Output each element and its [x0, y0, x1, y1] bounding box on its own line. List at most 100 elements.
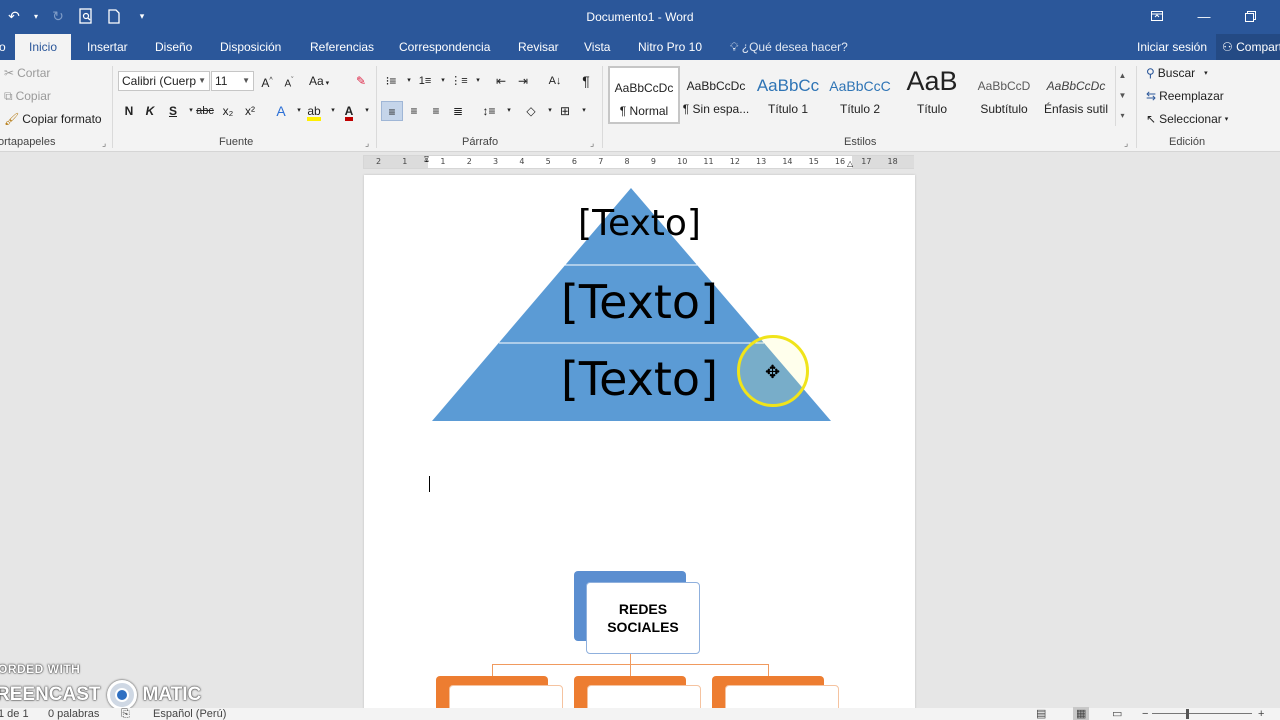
web-layout-icon[interactable]: ▭ [1112, 707, 1122, 720]
chevron-down-icon[interactable]: ▾ [575, 101, 593, 121]
bold-button[interactable]: N [120, 101, 138, 121]
customize-toolbar-icon[interactable]: ▾ [132, 6, 152, 26]
word-count[interactable]: 0 palabras [48, 707, 99, 720]
italic-button[interactable]: K [141, 101, 159, 121]
style-normal[interactable]: AaBbCcDc ¶ Normal [608, 66, 680, 124]
tab-insertar[interactable]: Insertar [87, 34, 128, 60]
underline-button[interactable]: S [164, 101, 182, 121]
style-subtitle[interactable]: AaBbCcD Subtítulo [969, 66, 1039, 124]
scroll-up-icon[interactable]: ▲ [1116, 66, 1129, 86]
subscript-button[interactable]: x₂ [219, 101, 237, 121]
replace-button[interactable]: ⇆ Reemplazar [1146, 89, 1224, 103]
highlight-color-icon[interactable]: ab [305, 101, 323, 121]
pyramid-level-2-text[interactable]: [Texto] [364, 275, 915, 329]
font-size-select[interactable]: 11 ▼ [211, 71, 254, 91]
bullets-icon[interactable]: ⁝≡ [382, 71, 400, 91]
numbering-icon[interactable]: 1≡ [416, 71, 434, 91]
text-effects-icon[interactable]: A [272, 101, 290, 121]
tab-inicio[interactable]: Inicio [15, 34, 72, 60]
redo-icon[interactable]: ↻ [48, 6, 68, 26]
pyramid-level-3-text[interactable]: [Texto] [364, 352, 915, 406]
decrease-indent-icon[interactable]: ⇤ [492, 71, 510, 91]
ruler-tick: 8 [624, 157, 630, 166]
superscript-button[interactable]: x² [241, 101, 259, 121]
org-top-node[interactable]: REDES SOCIALES [586, 582, 700, 654]
align-left-icon[interactable]: ≡ [381, 101, 403, 121]
sort-icon[interactable]: A↓ [546, 71, 564, 91]
sign-in-link[interactable]: Iniciar sesión [1137, 34, 1207, 60]
styles-launcher-icon[interactable]: ⌟ [1124, 138, 1128, 149]
tab-nitro[interactable]: Nitro Pro 10 [638, 34, 702, 60]
multilevel-list-icon[interactable]: ⋮≡ [450, 71, 468, 91]
chevron-down-icon: ▼ [196, 72, 206, 90]
align-center-icon[interactable]: ≡ [405, 101, 423, 121]
font-color-icon[interactable]: A [340, 101, 358, 121]
show-marks-icon[interactable]: ¶ [577, 71, 595, 91]
change-case-button[interactable]: Aa ▾ [309, 71, 329, 91]
tab-correspondencia[interactable]: Correspondencia [399, 34, 490, 60]
tab-referencias[interactable]: Referencias [310, 34, 374, 60]
zoom-thumb[interactable] [1186, 709, 1189, 719]
zoom-out-icon[interactable]: − [1142, 707, 1148, 720]
cut-button[interactable]: ✂ Cortar [4, 66, 50, 80]
select-button[interactable]: ↖ Seleccionar ▾ [1146, 112, 1228, 126]
shading-icon[interactable]: ◇ [522, 101, 540, 121]
tab-diseno[interactable]: Diseño [155, 34, 192, 60]
chevron-down-icon[interactable]: ▾ [500, 101, 518, 121]
line-spacing-icon[interactable]: ↕≡ [480, 101, 498, 121]
font-launcher-icon[interactable]: ⌟ [365, 138, 369, 149]
style-heading-1[interactable]: AaBbCc Título 1 [753, 66, 823, 124]
horizontal-ruler[interactable]: 2 1 1 2 3 4 5 6 7 8 9 10 11 12 13 14 15 16 17 18 ⏳︎ △ [363, 155, 914, 169]
borders-icon[interactable]: ⊞ [556, 101, 574, 121]
indent-marker-icon[interactable]: ⏳︎ [424, 155, 429, 165]
tab-revisar[interactable]: Revisar [518, 34, 559, 60]
justify-icon[interactable]: ≣ [449, 101, 467, 121]
undo-dropdown-icon[interactable]: ▾ [32, 6, 40, 26]
font-name-select[interactable]: Calibri (Cuerpo) ▼ [118, 71, 210, 91]
style-title[interactable]: AaB Título [897, 66, 967, 124]
increase-indent-icon[interactable]: ⇥ [514, 71, 532, 91]
format-painter-button[interactable]: 🖌︎ Copiar formato [4, 112, 102, 126]
page-count[interactable]: 1 de 1 [0, 707, 29, 720]
restore-icon[interactable] [1235, 6, 1265, 26]
tab-disposicion[interactable]: Disposición [220, 34, 281, 60]
chevron-down-icon[interactable]: ▾ [469, 71, 487, 91]
find-button[interactable]: ⚲ Buscar ▾ [1146, 66, 1208, 80]
tab-vista[interactable]: Vista [584, 34, 610, 60]
change-case-label: Aa [309, 74, 324, 88]
proofing-icon[interactable]: ⎘ [121, 707, 130, 720]
read-mode-icon[interactable]: ▤ [1036, 707, 1046, 720]
copy-button[interactable]: ⧉ Copiar [4, 89, 51, 103]
ruler-tick: 6 [571, 157, 578, 166]
style-subtle-emphasis[interactable]: AaBbCcDc Énfasis sutil [1041, 66, 1111, 124]
pyramid-level-1-text[interactable]: [Texto] [364, 203, 915, 244]
share-button[interactable]: ⚇ Compartir [1216, 34, 1280, 60]
zoom-in-icon[interactable]: + [1258, 707, 1264, 720]
document-page[interactable]: [Texto] [Texto] [Texto] ✥ REDES SOCIALES [364, 175, 915, 720]
style-no-spacing[interactable]: AaBbCcDc ¶ Sin espa... [681, 66, 751, 124]
scroll-down-icon[interactable]: ▼ [1116, 86, 1129, 106]
align-right-icon[interactable]: ≡ [427, 101, 445, 121]
right-indent-marker-icon[interactable]: △ [847, 159, 853, 168]
undo-icon[interactable]: ↶ [4, 6, 24, 26]
style-heading-2[interactable]: AaBbCcC Título 2 [825, 66, 895, 124]
grow-font-icon[interactable]: A^ [258, 71, 276, 91]
styles-gallery: AaBbCcDc ¶ Normal AaBbCcDc ¶ Sin espa...… [608, 66, 1116, 126]
strikethrough-button[interactable]: abc [196, 101, 214, 121]
tell-me-box[interactable]: 💡︎ ¿Qué desea hacer? [730, 34, 848, 60]
print-preview-icon[interactable] [76, 6, 96, 26]
print-layout-icon[interactable]: ▦ [1073, 707, 1090, 720]
language[interactable]: Español (Perú) [153, 707, 226, 720]
zoom-slider[interactable] [1152, 713, 1252, 714]
minimize-icon[interactable]: — [1189, 6, 1219, 26]
clear-formatting-icon[interactable]: ✎ [352, 71, 370, 91]
clipboard-launcher-icon[interactable]: ⌟ [102, 138, 106, 149]
ribbon-display-options-icon[interactable] [1142, 6, 1172, 26]
chevron-down-icon[interactable]: ▾ [358, 101, 376, 121]
ruler-tick: 11 [703, 157, 714, 166]
tab-file[interactable]: o [0, 34, 6, 60]
more-styles-icon[interactable]: ▾ [1116, 106, 1129, 126]
new-document-icon[interactable] [104, 6, 124, 26]
paragraph-launcher-icon[interactable]: ⌟ [590, 138, 594, 149]
shrink-font-icon[interactable]: Aˇ [280, 71, 298, 91]
